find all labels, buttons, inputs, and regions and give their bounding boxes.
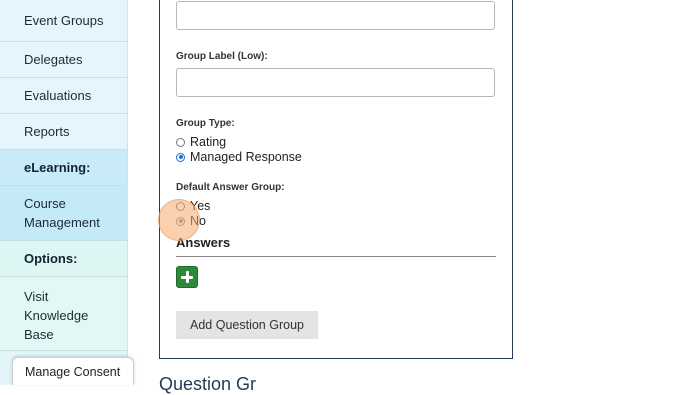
sidebar-section-options: Options: [0, 241, 127, 277]
sidebar-item-label: Evaluations [24, 88, 92, 103]
sidebar-item-label: Delegates [24, 52, 83, 67]
click-indicator [158, 199, 200, 241]
radio-managed-response[interactable] [176, 152, 185, 162]
sidebar-item-event-groups[interactable]: Event Groups [0, 0, 127, 42]
sidebar-item-label: Reports [24, 124, 70, 139]
manage-consent-label: Manage Consent [25, 364, 121, 379]
add-answer-button[interactable] [176, 266, 198, 288]
group-type-rating-option[interactable]: Rating [176, 135, 226, 149]
radio-label: Rating [190, 135, 227, 149]
sidebar-section-elearning: eLearning: [0, 150, 127, 186]
sidebar-item-visit-knowledge-base[interactable]: Visit Knowledge Base [0, 277, 127, 351]
sidebar-item-label: Course Management [24, 196, 100, 230]
sidebar-section-label: Options: [24, 251, 78, 266]
group-type-label: Group Type: [176, 118, 235, 129]
manage-consent-button[interactable]: Manage Consent [12, 357, 134, 385]
group-label-low-label: Group Label (Low): [176, 51, 268, 62]
sidebar-item-reports[interactable]: Reports [0, 114, 127, 150]
sidebar-item-evaluations[interactable]: Evaluations [0, 78, 127, 114]
sidebar-section-label: eLearning: [24, 160, 91, 175]
default-answer-group-label: Default Answer Group: [176, 182, 285, 193]
add-question-group-button[interactable]: Add Question Group [176, 311, 318, 339]
group-label-high-input[interactable] [176, 1, 495, 30]
radio-rating[interactable] [176, 137, 185, 147]
sidebar: Event Groups Delegates Evaluations Repor… [0, 0, 128, 385]
radio-label: Managed Response [190, 150, 302, 164]
sidebar-item-course-management[interactable]: Course Management [0, 186, 127, 241]
group-label-low-input[interactable] [176, 68, 495, 97]
sidebar-item-label: Visit Knowledge Base [24, 289, 89, 342]
sidebar-item-delegates[interactable]: Delegates [0, 42, 127, 78]
sidebar-item-label: Event Groups [24, 13, 104, 28]
answers-divider [176, 256, 496, 257]
group-type-managed-response-option[interactable]: Managed Response [176, 150, 302, 164]
